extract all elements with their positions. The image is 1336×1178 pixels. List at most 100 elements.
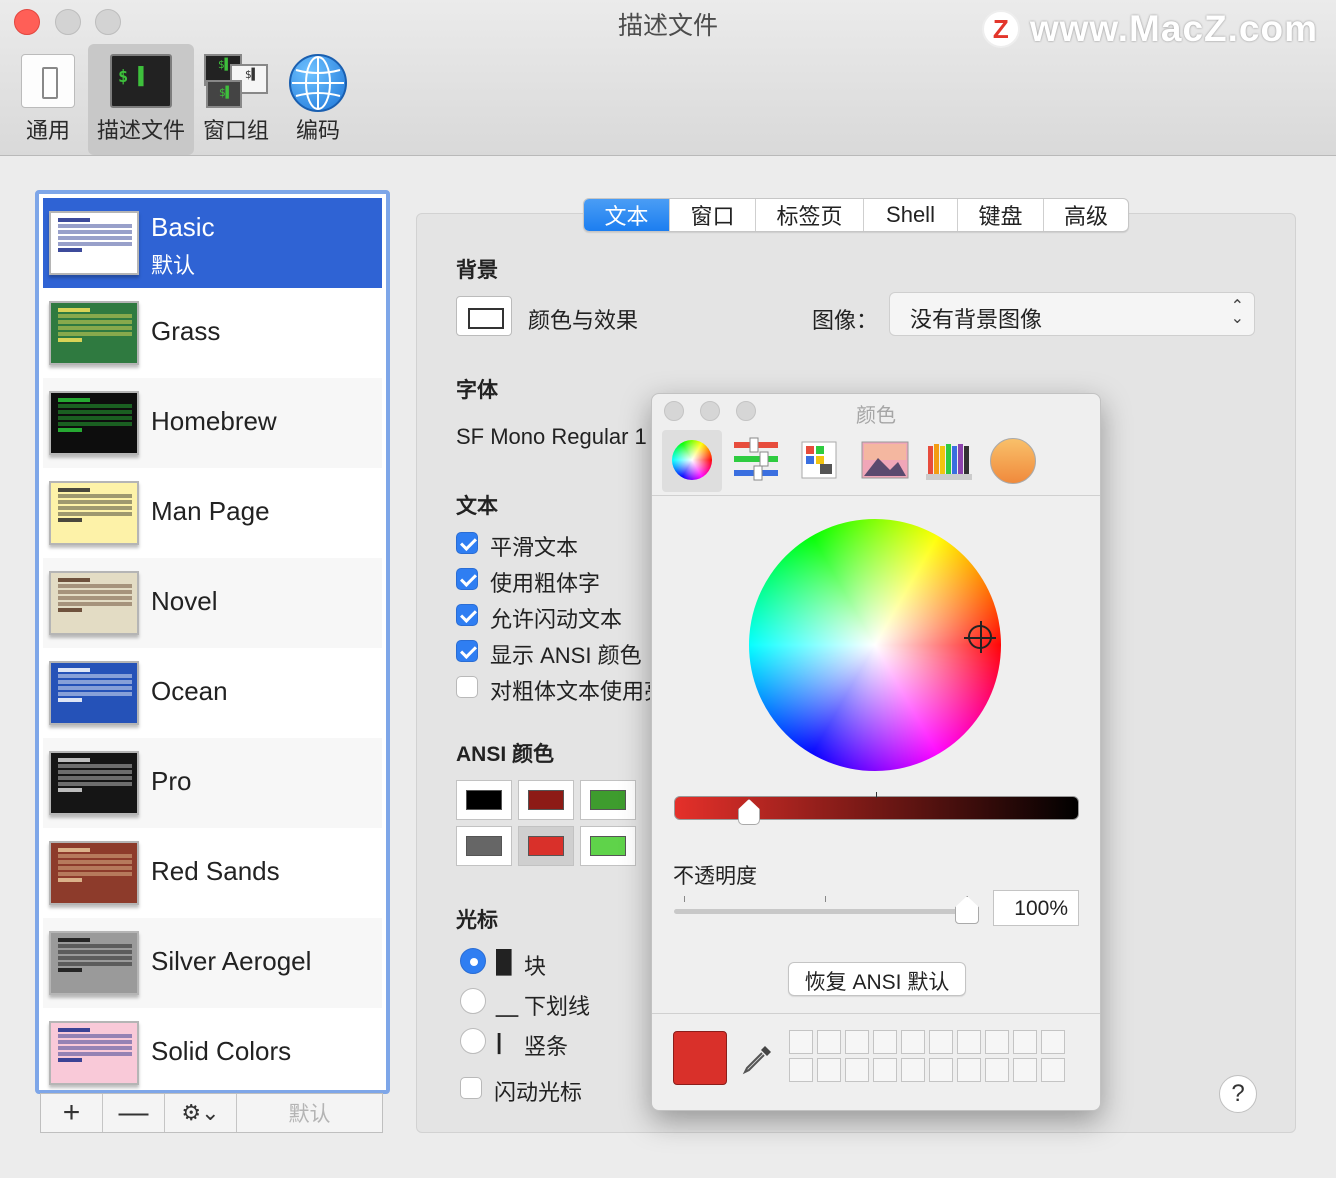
gear-menu-button[interactable]: ⚙⌄ xyxy=(165,1094,237,1132)
restore-ansi-default-button[interactable]: 恢复 ANSI 默认 xyxy=(788,962,966,996)
macz-logo-icon: Z xyxy=(981,10,1020,48)
color-wheel-mode[interactable] xyxy=(662,430,722,492)
toolbar-profiles[interactable]: $ ▌ 描述文件 xyxy=(88,44,194,155)
custom-swatch[interactable] xyxy=(1041,1058,1065,1082)
custom-swatch[interactable] xyxy=(985,1030,1009,1054)
custom-swatch[interactable] xyxy=(957,1058,981,1082)
crosshair-icon[interactable] xyxy=(964,621,996,653)
blink-cursor-checkbox[interactable] xyxy=(460,1077,482,1099)
color-wheel[interactable] xyxy=(749,519,1001,771)
ansi-color-fill xyxy=(528,790,564,810)
profile-item[interactable]: Pro xyxy=(43,738,382,828)
profile-name: Silver Aerogel xyxy=(151,946,312,976)
set-default-button[interactable]: 默认 xyxy=(237,1094,382,1132)
tab-text[interactable]: 文本 xyxy=(584,199,670,231)
custom-swatch[interactable] xyxy=(929,1030,953,1054)
custom-swatch[interactable] xyxy=(817,1058,841,1082)
ansi-color-well[interactable] xyxy=(456,826,512,866)
text-option-label: 使用粗体字 xyxy=(490,571,601,596)
text-option-checkbox[interactable] xyxy=(456,676,478,698)
profile-item[interactable]: Homebrew xyxy=(43,378,382,468)
image-palette-mode[interactable] xyxy=(854,430,914,492)
custom-swatch[interactable] xyxy=(901,1030,925,1054)
color-sphere-icon xyxy=(990,438,1036,484)
toolbar-window-groups-label: 窗口组 xyxy=(202,118,269,143)
ansi-color-well[interactable] xyxy=(456,780,512,820)
text-option-label: 允许闪动文本 xyxy=(490,607,623,632)
custom-swatch[interactable] xyxy=(957,1030,981,1054)
ansi-color-well[interactable] xyxy=(580,826,636,866)
eyedropper-icon[interactable] xyxy=(741,1042,775,1076)
custom-swatch[interactable] xyxy=(1013,1030,1037,1054)
text-option-label: 平滑文本 xyxy=(490,535,579,560)
palettes-mode[interactable] xyxy=(790,430,850,492)
toolbar-encoding[interactable]: 编码 xyxy=(282,44,354,155)
profile-thumbnail xyxy=(49,841,139,905)
ansi-colors-title: ANSI 颜色 xyxy=(456,743,555,766)
profile-list[interactable]: Basic 默认 Grass Homebrew Man Page Novel Ocean Pr… xyxy=(35,190,390,1094)
custom-swatch[interactable] xyxy=(789,1030,813,1054)
cursor-style-radio[interactable] xyxy=(460,1028,486,1054)
cursor-style-radio[interactable] xyxy=(460,948,486,974)
custom-swatch[interactable] xyxy=(873,1058,897,1082)
profile-item[interactable]: Man Page xyxy=(43,468,382,558)
profile-item[interactable]: Red Sands xyxy=(43,828,382,918)
custom-swatch[interactable] xyxy=(789,1058,813,1082)
text-option-checkbox[interactable] xyxy=(456,640,478,662)
profile-thumbnail xyxy=(49,571,139,635)
tab-shell[interactable]: Shell xyxy=(864,199,958,231)
cursor-style-label: 竖条 xyxy=(524,1034,569,1059)
ansi-color-fill xyxy=(590,790,626,810)
cursor-glyph-icon: █ xyxy=(496,949,512,974)
text-option-checkbox[interactable] xyxy=(456,568,478,590)
opacity-slider[interactable] xyxy=(674,909,969,914)
text-option-checkbox[interactable] xyxy=(456,532,478,554)
cursor-style-radio[interactable] xyxy=(460,988,486,1014)
custom-swatch[interactable] xyxy=(901,1058,925,1082)
profile-item[interactable]: Ocean xyxy=(43,648,382,738)
ansi-color-well[interactable] xyxy=(518,826,574,866)
tab-window[interactable]: 窗口 xyxy=(670,199,756,231)
custom-swatch[interactable] xyxy=(873,1030,897,1054)
terminal-icon: $ ▌ xyxy=(110,54,172,108)
toolbar-window-groups[interactable]: $▌ $▌ $▌ 窗口组 xyxy=(198,44,274,155)
tab-advanced[interactable]: 高级 xyxy=(1044,199,1128,231)
profile-item[interactable]: Silver Aerogel xyxy=(43,918,382,1008)
profile-name: Ocean xyxy=(151,676,228,706)
ansi-color-well[interactable] xyxy=(580,780,636,820)
image-palette-icon xyxy=(861,441,909,479)
tab-tab[interactable]: 标签页 xyxy=(756,199,864,231)
ansi-color-well[interactable] xyxy=(518,780,574,820)
ansi-color-fill xyxy=(528,836,564,856)
custom-swatch[interactable] xyxy=(1013,1058,1037,1082)
color-sphere-mode[interactable] xyxy=(982,430,1042,492)
tab-keyboard[interactable]: 键盘 xyxy=(958,199,1044,231)
background-image-select[interactable]: 没有背景图像 ⌃ ⌄ xyxy=(889,292,1255,336)
custom-swatch[interactable] xyxy=(845,1030,869,1054)
globe-icon xyxy=(289,54,347,112)
gear-icon: ⚙⌄ xyxy=(181,1100,220,1125)
brightness-slider[interactable] xyxy=(674,796,1079,820)
sliders-mode[interactable] xyxy=(726,430,786,492)
custom-swatch[interactable] xyxy=(985,1058,1009,1082)
profile-item[interactable]: Novel xyxy=(43,558,382,648)
background-color-button[interactable] xyxy=(456,296,512,336)
profile-item[interactable]: Basic 默认 xyxy=(43,198,382,288)
custom-swatch[interactable] xyxy=(929,1058,953,1082)
help-button[interactable]: ? xyxy=(1219,1075,1257,1113)
current-color-swatch[interactable] xyxy=(673,1031,727,1085)
pencils-mode[interactable] xyxy=(918,430,978,492)
custom-swatch[interactable] xyxy=(817,1030,841,1054)
profile-item[interactable]: Grass xyxy=(43,288,382,378)
remove-profile-button[interactable]: — xyxy=(103,1094,165,1132)
profile-item[interactable]: Solid Colors xyxy=(43,1008,382,1090)
opacity-slider-knob[interactable] xyxy=(955,896,979,924)
text-option-checkbox[interactable] xyxy=(456,604,478,626)
color-picker-title: 颜色 xyxy=(856,405,896,427)
toolbar-general[interactable]: 通用 xyxy=(16,44,80,155)
custom-swatch[interactable] xyxy=(1041,1030,1065,1054)
add-profile-button[interactable]: + xyxy=(41,1094,103,1132)
custom-swatch[interactable] xyxy=(845,1058,869,1082)
opacity-field[interactable]: 100% xyxy=(993,890,1079,926)
cursor-style-label: 下划线 xyxy=(524,994,591,1019)
